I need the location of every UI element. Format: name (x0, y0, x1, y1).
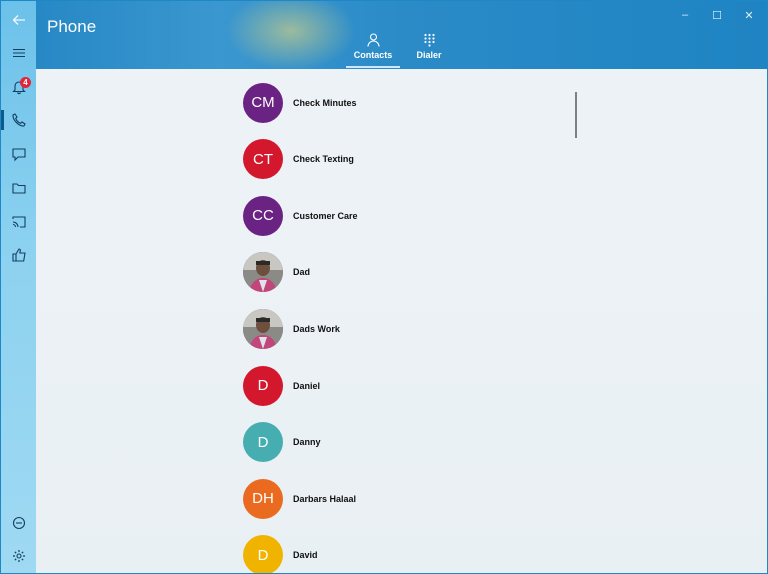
folder-icon (11, 183, 26, 194)
app-title: Phone (47, 17, 97, 36)
contact-name: Check Minutes (293, 97, 357, 108)
contact-name: Darbars Halaal (293, 493, 357, 504)
contact-avatar: DH (243, 478, 283, 519)
contact-avatar: CT (243, 139, 283, 180)
notifications-button[interactable]: 4 (1, 71, 36, 103)
calls-nav-button[interactable] (1, 104, 36, 136)
contact-avatar: D (243, 535, 283, 573)
contact-photo (243, 252, 283, 293)
dialpad-icon (423, 33, 435, 47)
maximize-button[interactable]: ☐ (702, 6, 732, 24)
contact-item[interactable]: DH Darbars Halaal (243, 470, 563, 527)
contact-name: Check Texting (293, 154, 354, 165)
tab-contacts-label: Contacts (353, 50, 393, 60)
contact-item[interactable]: D David (243, 527, 563, 573)
contact-avatar: D (243, 365, 283, 406)
contact-name: Dad (293, 267, 311, 278)
minimize-button[interactable]: – (670, 6, 700, 24)
contact-avatar: CC (243, 195, 283, 236)
contact-list: CM Check Minutes CT Check Texting CC Customer… (243, 69, 573, 573)
phone-icon (11, 113, 26, 127)
contact-name: Daniel (293, 380, 321, 391)
message-icon (11, 148, 26, 162)
cast-nav-button[interactable] (1, 206, 36, 238)
files-nav-button[interactable] (1, 172, 36, 204)
messages-nav-button[interactable] (1, 138, 36, 170)
tab-dialer-label: Dialer (416, 50, 442, 60)
do-not-disturb-button[interactable] (1, 507, 36, 539)
phone-window: 4 Phone Contacts Dialer – ☐ ✕ CM Check M… (0, 0, 768, 574)
settings-button[interactable] (1, 540, 36, 572)
hamburger-icon (12, 48, 25, 58)
cast-icon (11, 216, 26, 228)
nav-sidebar: 4 (1, 1, 36, 573)
contact-item[interactable]: D Danny (243, 414, 563, 471)
contact-avatar: CM (243, 82, 283, 123)
contact-name: Customer Care (293, 210, 358, 221)
minus-circle-icon (12, 516, 25, 530)
scrollbar-thumb[interactable] (575, 92, 577, 138)
contact-item[interactable]: D Daniel (243, 357, 563, 414)
contact-name: David (293, 550, 318, 561)
gear-icon (12, 550, 25, 562)
contact-item[interactable]: Dads Work (243, 300, 563, 357)
contact-item[interactable]: CC Customer Care (243, 187, 563, 244)
contact-avatar: D (243, 422, 283, 463)
contact-name: Dads Work (293, 323, 340, 334)
feedback-nav-button[interactable] (1, 239, 36, 271)
back-button[interactable] (1, 4, 36, 36)
contact-item[interactable]: CM Check Minutes (243, 74, 563, 131)
tab-contacts[interactable]: Contacts (344, 33, 402, 69)
contact-item[interactable]: CT Check Texting (243, 131, 563, 188)
tab-dialer[interactable]: Dialer (400, 33, 458, 69)
contact-name: Danny (293, 437, 321, 448)
contact-item[interactable]: Dad (243, 244, 563, 301)
person-icon (366, 33, 380, 47)
back-arrow-icon (12, 15, 25, 25)
contact-photo (243, 308, 283, 349)
hamburger-menu-button[interactable] (1, 37, 36, 69)
app-header: Phone Contacts Dialer – ☐ ✕ (36, 1, 767, 71)
header-glow (226, 1, 356, 71)
notification-count-badge: 4 (20, 77, 31, 88)
thumbs-up-icon (11, 248, 26, 262)
close-button[interactable]: ✕ (734, 6, 764, 24)
